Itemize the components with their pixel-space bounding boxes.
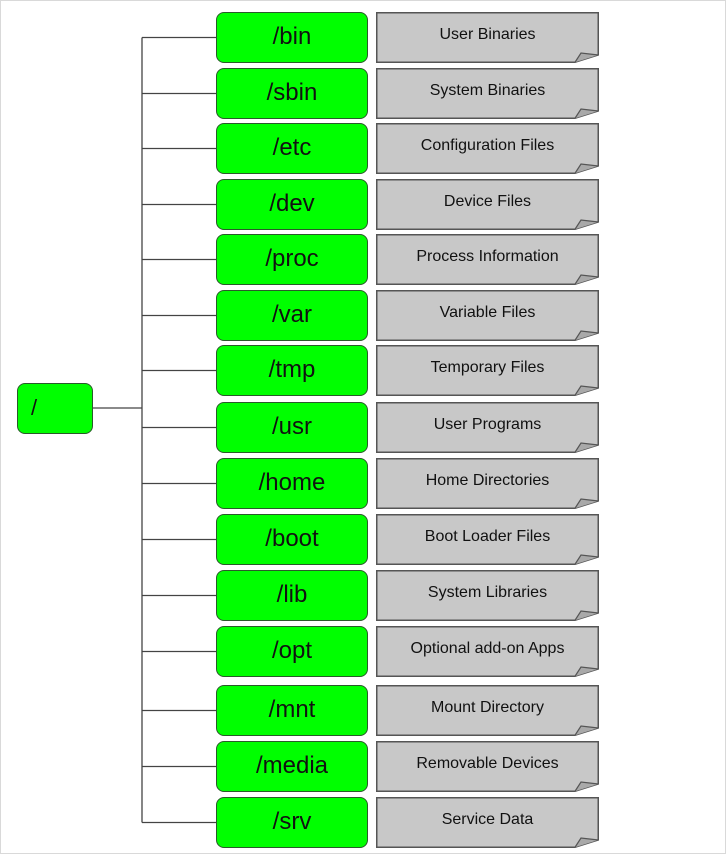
description-label: User Programs bbox=[433, 416, 542, 433]
description-note: Temporary Files bbox=[376, 345, 599, 396]
description-label: User Binaries bbox=[439, 26, 536, 43]
description-note: User Programs bbox=[376, 402, 599, 453]
description-label: Process Information bbox=[416, 248, 559, 265]
directory-node: /bin bbox=[216, 12, 368, 63]
description-label: Boot Loader Files bbox=[424, 528, 551, 545]
description-label: Configuration Files bbox=[420, 137, 555, 154]
description-note: Device Files bbox=[376, 179, 599, 230]
description-label: Optional add-on Apps bbox=[410, 640, 565, 657]
description-label: Service Data bbox=[441, 811, 534, 828]
directory-node: /home bbox=[216, 458, 368, 509]
directory-node: /proc bbox=[216, 234, 368, 285]
description-note: System Binaries bbox=[376, 68, 599, 119]
description-label: System Libraries bbox=[427, 584, 548, 601]
description-label: Home Directories bbox=[425, 472, 550, 489]
description-label: Variable Files bbox=[439, 304, 536, 321]
directory-node: /media bbox=[216, 741, 368, 792]
directory-node: /tmp bbox=[216, 345, 368, 396]
root-directory-node: / bbox=[17, 383, 93, 434]
description-label: Mount Directory bbox=[431, 699, 544, 716]
directory-node: /opt bbox=[216, 626, 368, 677]
description-label: Device Files bbox=[443, 193, 532, 210]
description-note: Process Information bbox=[376, 234, 599, 285]
description-note: Service Data bbox=[376, 797, 599, 848]
directory-node: /usr bbox=[216, 402, 368, 453]
directory-node: /mnt bbox=[216, 685, 368, 736]
directory-node: /dev bbox=[216, 179, 368, 230]
description-note: Variable Files bbox=[376, 290, 599, 341]
description-note: System Libraries bbox=[376, 570, 599, 621]
description-note: Configuration Files bbox=[376, 123, 599, 174]
description-label: Removable Devices bbox=[416, 755, 559, 772]
directory-node: /sbin bbox=[216, 68, 368, 119]
description-note: Boot Loader Files bbox=[376, 514, 599, 565]
directory-node: /var bbox=[216, 290, 368, 341]
description-label: System Binaries bbox=[429, 82, 546, 99]
directory-node: /etc bbox=[216, 123, 368, 174]
description-note: Removable Devices bbox=[376, 741, 599, 792]
directory-node: /srv bbox=[216, 797, 368, 848]
directory-node: /lib bbox=[216, 570, 368, 621]
description-note: Mount Directory bbox=[376, 685, 599, 736]
description-note: Optional add-on Apps bbox=[376, 626, 599, 677]
directory-node: /boot bbox=[216, 514, 368, 565]
description-note: User Binaries bbox=[376, 12, 599, 63]
description-label: Temporary Files bbox=[430, 359, 545, 376]
description-note: Home Directories bbox=[376, 458, 599, 509]
